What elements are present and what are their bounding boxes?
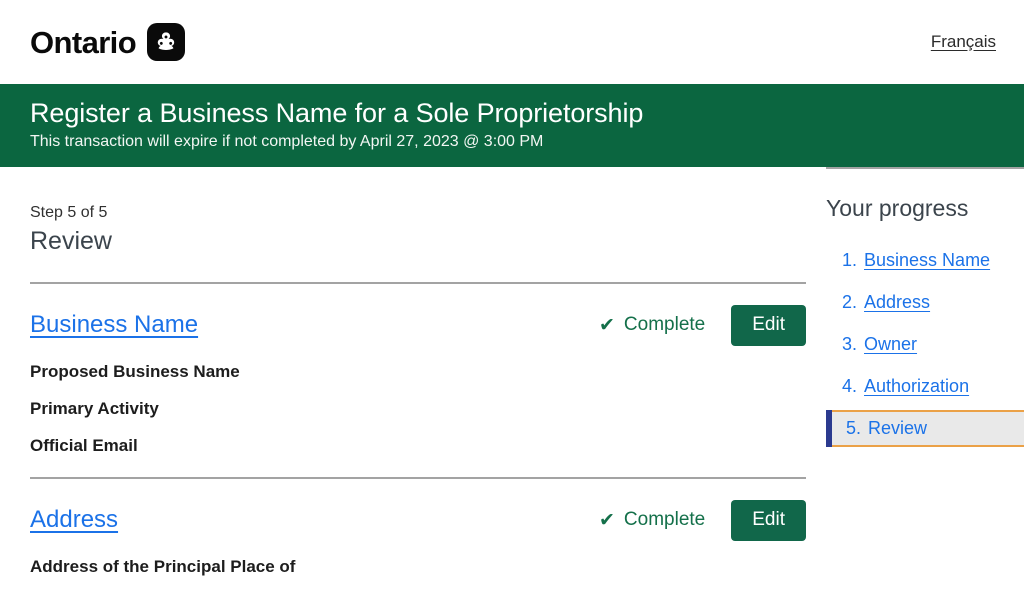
progress-item-number: 3. (842, 334, 858, 355)
ontario-logo[interactable]: Ontario (30, 23, 186, 61)
step-title: Review (30, 227, 112, 256)
progress-item-label[interactable]: Address (864, 292, 930, 313)
expiry-notice: This transaction will expire if not comp… (30, 132, 544, 150)
field-list-business-name: Proposed Business Name Primary Activity … (30, 362, 806, 455)
field-label: Proposed Business Name (30, 362, 240, 382)
progress-item-number: 4. (842, 376, 858, 397)
language-toggle-link[interactable]: Français (931, 32, 996, 52)
progress-item-business-name[interactable]: 1. Business Name (826, 242, 1024, 279)
step-heading-block: Step 5 of 5 Review (30, 167, 806, 257)
progress-item-address[interactable]: 2. Address (826, 284, 1024, 321)
status-badge-address: ✔ Complete (599, 509, 705, 531)
ontario-trillium-icon (147, 23, 186, 61)
progress-list: 1. Business Name 2. Address 3. Owner 4. … (826, 242, 1024, 448)
section-link-address[interactable]: Address (30, 506, 118, 535)
checkmark-icon: ✔ (599, 314, 615, 336)
progress-item-number: 2. (842, 292, 858, 313)
progress-item-label: Review (868, 418, 928, 439)
page-root: Ontario Français Register a Business Nam… (0, 0, 1024, 600)
progress-item-authorization[interactable]: 4. Authorization (826, 368, 1024, 405)
review-section-business-name: Business Name ✔ Complete Edit Proposed B… (30, 284, 806, 455)
progress-item-number: 5. (846, 418, 862, 439)
status-badge-business-name: ✔ Complete (599, 314, 705, 336)
progress-item-number: 1. (842, 250, 858, 271)
step-counter: Step 5 of 5 (30, 203, 108, 221)
checkmark-icon: ✔ (599, 509, 615, 531)
field-label: Primary Activity (30, 399, 159, 419)
field-label: Address of the Principal Place of (30, 557, 296, 577)
section-status-group: ✔ Complete Edit (599, 305, 806, 346)
progress-sidebar-inner: Your progress 1. Business Name 2. Addres… (826, 166, 1024, 448)
progress-item-review[interactable]: 5. Review (826, 410, 1024, 448)
section-status-group: ✔ Complete Edit (599, 499, 806, 541)
progress-sidebar: Your progress 1. Business Name 2. Addres… (806, 166, 1024, 453)
status-label: Complete (623, 314, 706, 336)
page-title: Register a Business Name for a Sole Prop… (30, 98, 644, 128)
progress-item-label[interactable]: Owner (864, 334, 917, 355)
site-header: Ontario Français (0, 0, 1024, 84)
body-wrapper: Step 5 of 5 Review Business Name ✔ Compl… (0, 166, 1024, 577)
status-label: Complete (623, 509, 706, 531)
review-section-address: Address ✔ Complete Edit Address of the P… (30, 479, 806, 577)
progress-item-owner[interactable]: 3. Owner (826, 326, 1024, 363)
section-link-business-name[interactable]: Business Name (30, 311, 198, 340)
header-right: Français (931, 32, 996, 52)
transaction-banner: Register a Business Name for a Sole Prop… (0, 84, 1024, 167)
section-header: Business Name ✔ Complete Edit (30, 302, 806, 348)
sidebar-divider (826, 166, 1024, 169)
field-label: Official Email (30, 435, 138, 455)
sidebar-title: Your progress (826, 194, 969, 221)
main-content: Step 5 of 5 Review Business Name ✔ Compl… (0, 167, 806, 577)
edit-button-business-name[interactable]: Edit (731, 305, 806, 346)
section-header: Address ✔ Complete Edit (30, 497, 806, 543)
progress-item-label[interactable]: Business Name (864, 250, 990, 271)
progress-item-label[interactable]: Authorization (864, 376, 969, 397)
edit-button-address[interactable]: Edit (731, 499, 806, 541)
brand-wordmark: Ontario (30, 24, 137, 60)
